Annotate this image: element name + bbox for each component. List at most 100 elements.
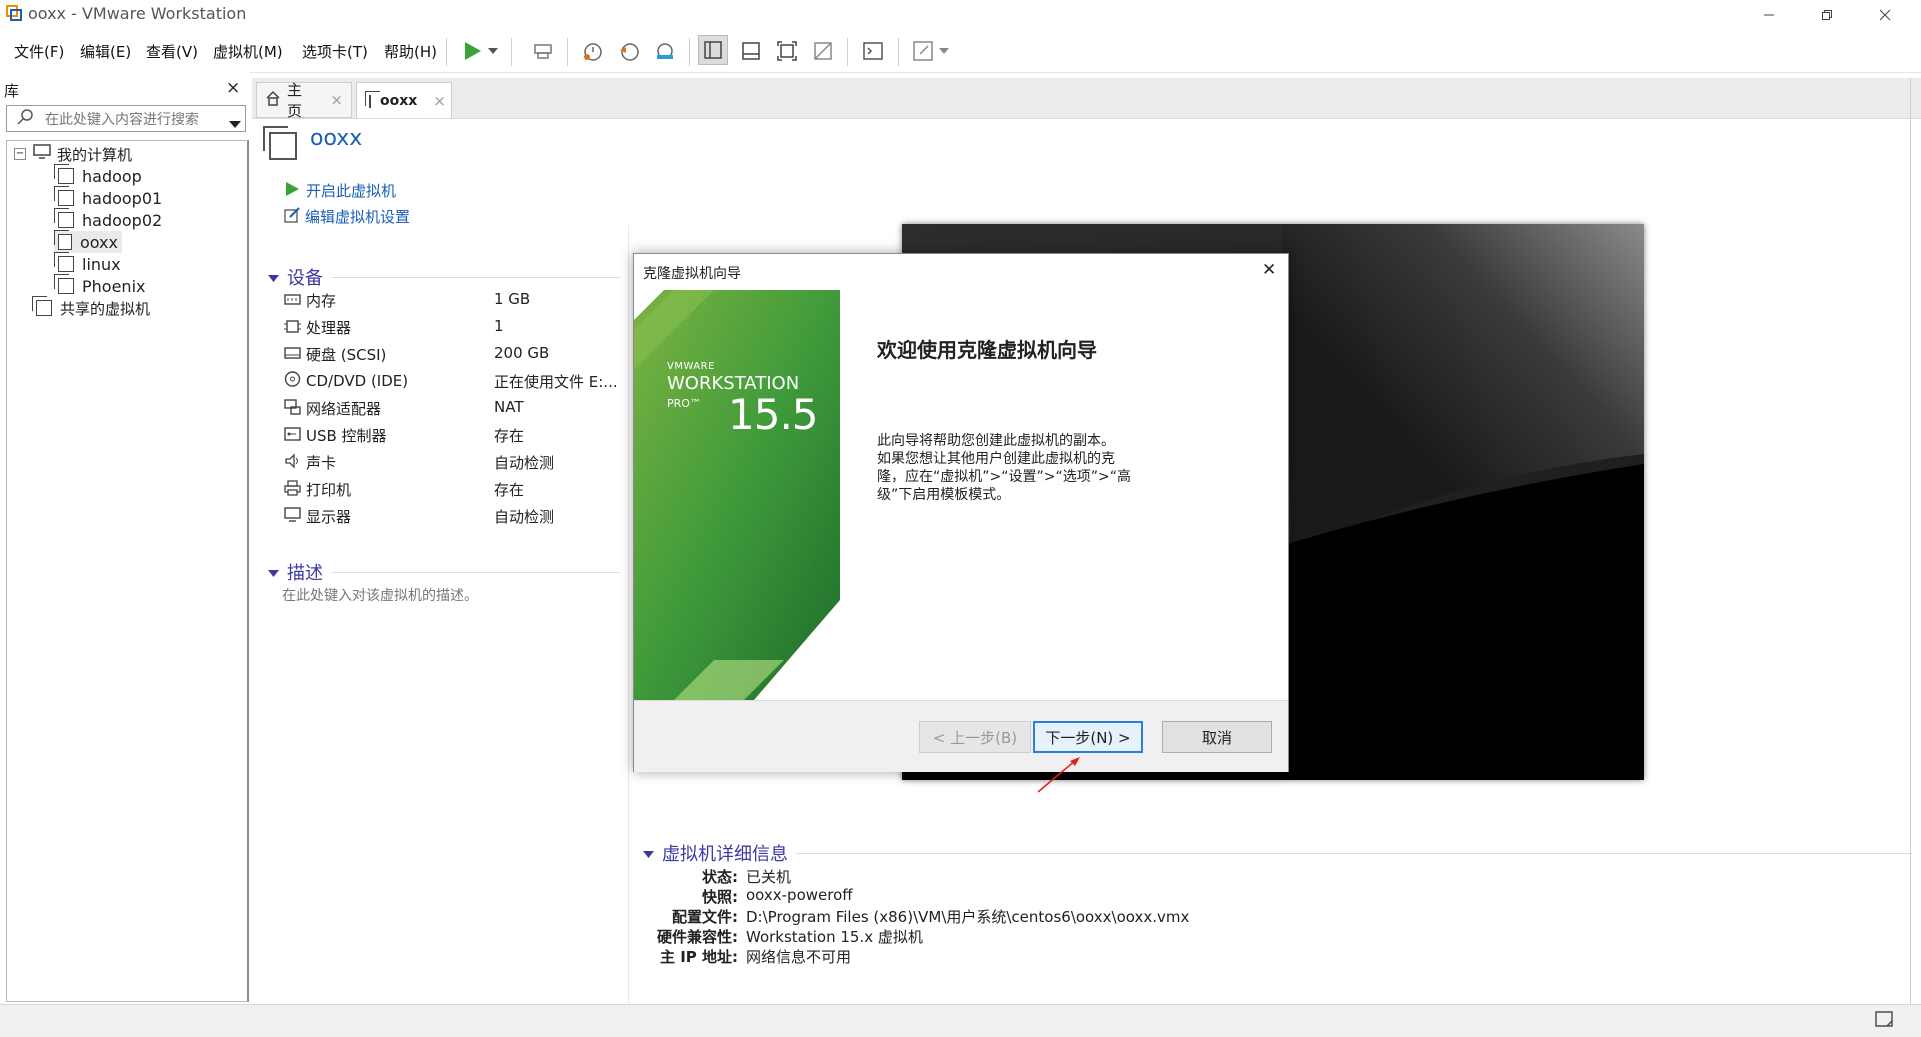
unity-icon[interactable] — [808, 36, 838, 66]
device-label: 处理器 — [306, 319, 352, 337]
device-value: 1 GB — [494, 290, 531, 308]
send-ctrl-alt-del-icon[interactable] — [528, 36, 558, 66]
menu-file[interactable]: 文件(F) — [14, 41, 64, 62]
back-button[interactable]: < 上一步(B) — [919, 721, 1031, 753]
restore-button[interactable] — [1804, 0, 1850, 30]
tree-item-label: linux — [82, 254, 121, 274]
tree-root-my-computer[interactable]: − 我的计算机 — [14, 143, 132, 165]
tab-ooxx[interactable]: ooxx × — [356, 82, 452, 119]
tree-item-vm[interactable]: Phoenix — [54, 274, 146, 297]
device-label: 硬盘 (SCSI) — [306, 346, 387, 364]
detail-value: Workstation 15.x 虚拟机 — [746, 928, 923, 946]
library-search-box[interactable]: 在此处键入内容进行搜索 — [6, 105, 246, 132]
device-row[interactable]: CD/DVD (IDE) — [284, 371, 408, 391]
device-label: 显示器 — [306, 508, 352, 526]
menu-edit[interactable]: 编辑(E) — [80, 41, 131, 62]
snapshot-manager-icon[interactable] — [650, 36, 680, 66]
collapse-icon[interactable]: − — [14, 148, 26, 160]
play-icon — [284, 181, 300, 201]
dialog-body: 此向导将帮助您创建此虚拟机的副本。 如果您想让其他用户创建此虚拟机的克 隆，应在… — [877, 432, 1167, 504]
search-dropdown-icon[interactable] — [229, 114, 241, 133]
vm-details-section-header[interactable]: 虚拟机详细信息 — [643, 840, 1913, 866]
memory-icon — [284, 291, 301, 310]
search-placeholder: 在此处键入内容进行搜索 — [45, 112, 199, 128]
device-label: CD/DVD (IDE) — [306, 372, 409, 390]
play-dropdown-icon[interactable] — [485, 36, 501, 66]
tree-shared-vms[interactable]: 共享的虚拟机 — [32, 296, 150, 319]
detail-key: 状态: — [702, 868, 738, 886]
thumbnail-view-icon[interactable] — [736, 36, 766, 66]
snapshot-take-icon[interactable] — [578, 36, 608, 66]
tab-close-icon[interactable]: × — [330, 91, 343, 109]
dialog-body-line: 隆，应在“虚拟机”>“设置”>“选项”>“高 — [877, 469, 1131, 485]
device-row[interactable]: 处理器 — [284, 317, 351, 338]
device-row[interactable]: 内存 — [284, 290, 336, 311]
search-icon — [17, 109, 33, 129]
message-log-icon[interactable] — [1875, 1011, 1895, 1033]
menu-tabs[interactable]: 选项卡(T) — [302, 41, 368, 62]
stretch-dropdown-icon[interactable] — [936, 36, 952, 66]
next-button[interactable]: 下一步(N) > — [1033, 721, 1143, 753]
library-close-button[interactable]: × — [226, 78, 240, 98]
tree-item-vm[interactable]: linux — [54, 252, 121, 275]
device-row[interactable]: 声卡 — [284, 452, 336, 473]
library-title: 库 — [4, 82, 20, 100]
console-icon[interactable] — [858, 36, 888, 66]
library-tree — [6, 140, 249, 1002]
device-value: 存在 — [494, 481, 525, 499]
device-value: NAT — [494, 398, 524, 416]
menu-view[interactable]: 查看(V) — [146, 41, 198, 62]
collapse-triangle-icon — [268, 563, 279, 582]
tree-item-label: hadoop02 — [82, 210, 163, 230]
tab-home-label: 主页 — [287, 81, 303, 120]
tab-home[interactable]: 主页 × — [256, 81, 352, 120]
shared-vm-icon — [32, 296, 52, 316]
dialog-close-button[interactable]: ✕ — [1262, 260, 1276, 280]
printer-icon — [284, 479, 301, 500]
tree-item-vm[interactable]: hadoop02 — [54, 208, 163, 231]
tree-root-label: 我的计算机 — [57, 145, 133, 164]
menu-vm[interactable]: 虚拟机(M) — [213, 41, 283, 62]
detail-value: 已关机 — [746, 868, 792, 886]
tree-item-label: ooxx — [79, 232, 118, 252]
menu-help[interactable]: 帮助(H) — [384, 41, 437, 62]
device-row[interactable]: USB 控制器 — [284, 425, 387, 446]
detail-value: ooxx-poweroff — [746, 886, 853, 904]
stretch-icon[interactable] — [908, 36, 938, 66]
dialog-heading: 欢迎使用克隆虚拟机向导 — [877, 338, 1097, 362]
description-input[interactable]: 在此处键入对该虚拟机的描述。 — [282, 585, 478, 605]
usb-controller-icon — [284, 426, 301, 446]
device-label: 声卡 — [306, 454, 337, 472]
play-icon[interactable] — [457, 36, 487, 66]
tree-item-vm-selected[interactable]: ooxx — [54, 230, 122, 253]
devices-section-header[interactable]: 设备 — [268, 264, 620, 290]
device-label: USB 控制器 — [306, 427, 387, 445]
tree-item-label: Phoenix — [82, 276, 146, 296]
processor-icon — [284, 318, 301, 338]
vm-large-icon — [262, 125, 297, 160]
tab-ooxx-label: ooxx — [380, 93, 418, 109]
computer-icon — [33, 144, 51, 164]
library-view-icon[interactable] — [698, 35, 728, 65]
cd-dvd-icon — [284, 371, 301, 391]
collapse-triangle-icon — [643, 844, 654, 863]
edit-settings-link[interactable]: 编辑虚拟机设置 — [284, 206, 410, 227]
cancel-button[interactable]: 取消 — [1162, 721, 1272, 753]
tree-item-vm[interactable]: hadoop01 — [54, 186, 162, 209]
close-window-button[interactable] — [1862, 0, 1908, 30]
tree-item-vm[interactable]: hadoop — [54, 164, 142, 187]
vm-icon — [54, 208, 74, 228]
tab-close-icon[interactable]: × — [433, 92, 446, 110]
device-row[interactable]: 显示器 — [284, 506, 351, 527]
window-edge — [1910, 78, 1911, 1004]
vm-name-title: ooxx — [310, 126, 363, 151]
minimize-button[interactable] — [1746, 0, 1792, 30]
fullscreen-icon[interactable] — [772, 36, 802, 66]
description-section-header[interactable]: 描述 — [268, 559, 620, 585]
power-on-link[interactable]: 开启此虚拟机 — [284, 180, 396, 201]
snapshot-revert-icon[interactable] — [614, 36, 644, 66]
device-row[interactable]: 网络适配器 — [284, 398, 381, 419]
device-row[interactable]: 硬盘 (SCSI) — [284, 344, 386, 365]
toolbar-separator — [446, 38, 447, 66]
device-row[interactable]: 打印机 — [284, 479, 351, 500]
